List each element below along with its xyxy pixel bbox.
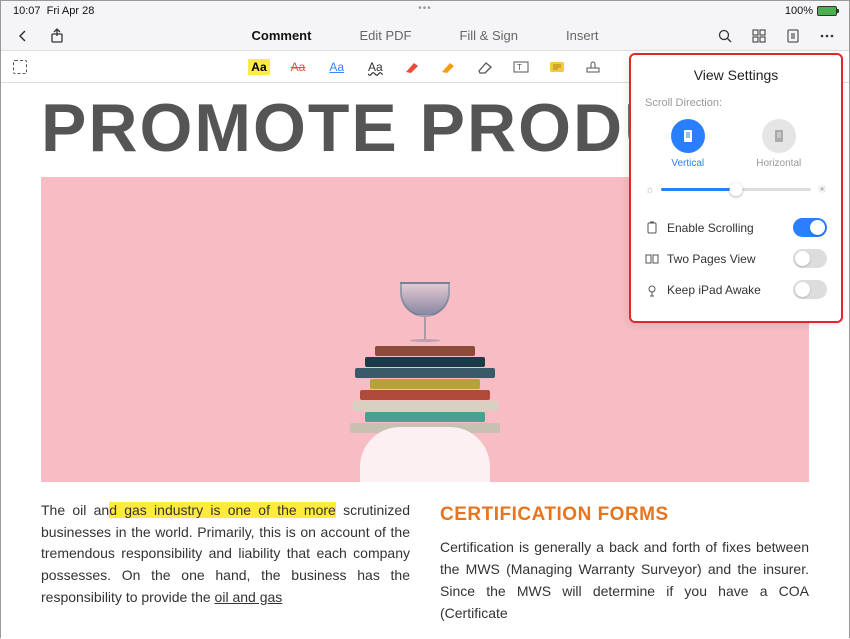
column-left: The oil and gas industry is one of the m… [41, 500, 410, 624]
textbox-tool[interactable]: T [512, 60, 530, 74]
back-button[interactable] [15, 28, 31, 44]
share-button[interactable] [49, 28, 65, 44]
eraser-icon[interactable] [476, 60, 494, 74]
highlight-tool[interactable]: Aa [248, 59, 269, 75]
selection-tool[interactable] [13, 60, 27, 74]
marker-red-icon[interactable] [404, 60, 422, 74]
battery-label: 100% [785, 5, 813, 17]
underlined-text: oil and gas [215, 589, 283, 605]
scroll-direction-label: Scroll Direction: [645, 97, 827, 109]
status-time-date: 10:07 Fri Apr 28 [13, 5, 94, 17]
underline-tool[interactable]: Aa [326, 59, 347, 75]
section-heading: CERTIFICATION FORMS [440, 500, 809, 529]
page-settings-icon[interactable] [785, 28, 801, 44]
awake-icon [645, 283, 659, 297]
battery-icon [817, 6, 837, 16]
scroll-icon [645, 221, 659, 235]
svg-text:T: T [517, 63, 522, 72]
horizontal-icon [762, 119, 796, 153]
note-tool[interactable] [548, 60, 566, 74]
scroll-vertical-option[interactable]: Vertical [671, 119, 705, 169]
keep-awake-label: Keep iPad Awake [667, 283, 761, 297]
strikethrough-tool[interactable]: Aa [288, 59, 309, 75]
vertical-icon [671, 119, 705, 153]
enable-scrolling-toggle[interactable] [793, 218, 827, 237]
two-pages-icon [645, 252, 659, 266]
marker-orange-icon[interactable] [440, 60, 458, 74]
two-pages-label: Two Pages View [667, 252, 756, 266]
brightness-slider[interactable]: ☼ ☀ [645, 183, 827, 196]
scroll-horizontal-option[interactable]: Horizontal [756, 119, 801, 169]
column-right: CERTIFICATION FORMS Certification is gen… [440, 500, 809, 624]
sun-low-icon: ☼ [645, 184, 655, 196]
tab-edit-pdf[interactable]: Edit PDF [359, 24, 411, 47]
grid-icon[interactable] [751, 28, 767, 44]
tab-insert[interactable]: Insert [566, 24, 599, 47]
keep-awake-toggle[interactable] [793, 280, 827, 299]
search-icon[interactable] [717, 28, 733, 44]
squiggle-tool[interactable]: Aa [365, 59, 386, 75]
two-pages-toggle[interactable] [793, 249, 827, 268]
stamp-tool[interactable] [584, 60, 602, 74]
tab-comment[interactable]: Comment [251, 24, 311, 47]
enable-scrolling-label: Enable Scrolling [667, 221, 754, 235]
panel-title: View Settings [645, 67, 827, 83]
tab-fill-sign[interactable]: Fill & Sign [459, 24, 518, 47]
highlighted-text: d gas industry is one of the more [109, 502, 336, 518]
view-settings-panel: View Settings Scroll Direction: Vertical… [629, 53, 843, 323]
window-drag-dots[interactable]: ••• [418, 3, 432, 14]
more-icon[interactable] [819, 28, 835, 44]
sun-high-icon: ☀ [817, 183, 827, 196]
